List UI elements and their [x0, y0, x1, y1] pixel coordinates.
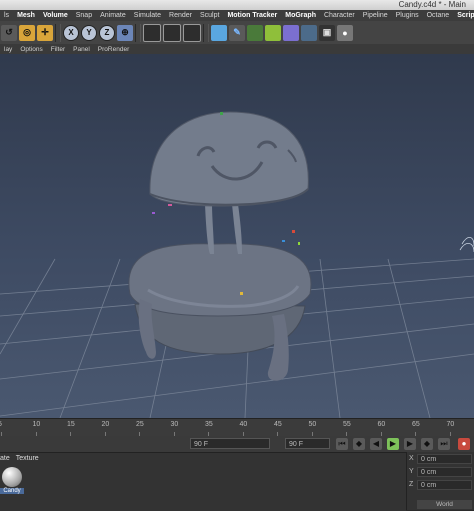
main-toolbar: ↺ ◎ ✛ X Y Z ⊕ ✎ ▣ ● [0, 21, 474, 44]
viewport-menu-item[interactable]: ProRender [94, 46, 133, 53]
timeline-ruler[interactable]: 51015202530354045505560657075 [0, 418, 474, 437]
y-axis-lock-button[interactable]: Y [81, 24, 97, 41]
toolbar-separator [203, 23, 209, 42]
menu-item[interactable]: Motion Tracker [223, 12, 281, 19]
material-preview-ball [2, 467, 22, 487]
coordinate-value-field[interactable]: 0 cm [417, 480, 472, 490]
material-menu: ate Texture [0, 455, 45, 462]
frame-end-field[interactable]: 90 F [285, 438, 330, 449]
timeline-tick-label: 60 [377, 421, 386, 428]
undo-icon[interactable]: ↺ [1, 24, 17, 41]
menu-item[interactable]: Plugins [392, 12, 423, 19]
pen-spline-icon[interactable]: ✎ [229, 24, 245, 41]
next-key-button[interactable]: ◆ [421, 438, 433, 450]
move-tool-icon[interactable]: ✛ [37, 24, 53, 41]
material-swatch[interactable]: Candy [0, 467, 24, 499]
toolbar-separator [135, 23, 141, 42]
coordinate-axis-label: Z [409, 481, 414, 488]
go-to-start-button[interactable]: ⏮ [336, 438, 348, 450]
coordinate-value-field[interactable]: 0 cm [417, 454, 472, 464]
timeline-tick-label: 35 [205, 421, 213, 428]
main-menu-bar: ls Mesh Volume Snap Animate Simulate Render Scu… [0, 10, 474, 21]
menu-item[interactable]: Volume [39, 12, 72, 19]
record-button[interactable]: ● [458, 438, 470, 450]
menu-item[interactable]: ls [0, 12, 13, 19]
menu-item[interactable]: Mesh [13, 12, 39, 19]
play-button[interactable]: ▶ [387, 438, 399, 450]
material-manager: ate Texture Candy [0, 452, 406, 511]
menu-item[interactable]: Character [320, 12, 359, 19]
world-coordinate-icon[interactable]: ⊕ [117, 24, 133, 41]
x-axis-lock-button[interactable]: X [63, 24, 79, 41]
window-title: Candy.c4d * - Main [398, 0, 466, 9]
timeline-tick-label: 50 [308, 421, 317, 428]
frame-start-field[interactable]: 90 F [190, 438, 270, 449]
coordinate-row: X0 cm [407, 454, 474, 465]
coordinate-row: Z0 cm [407, 480, 474, 491]
array-mograph-icon[interactable] [265, 24, 281, 41]
light-object-icon[interactable] [459, 237, 474, 253]
live-selection-icon[interactable]: ◎ [19, 24, 35, 41]
render-picture-viewer-icon[interactable] [163, 23, 181, 42]
candy-model[interactable] [128, 111, 312, 381]
menu-item[interactable]: Snap [72, 12, 96, 19]
menu-item[interactable]: Animate [96, 12, 130, 19]
timeline-tick-label: 45 [274, 421, 282, 428]
menu-item[interactable]: MoGraph [281, 12, 320, 19]
window-titlebar: Candy.c4d * - Main [0, 0, 474, 10]
viewport-menu-item[interactable]: lay [0, 46, 16, 53]
material-name: Candy [0, 488, 24, 494]
menu-item[interactable]: Script [453, 12, 474, 19]
timeline-tick-label: 10 [32, 421, 41, 428]
menu-item[interactable]: Simulate [130, 12, 165, 19]
next-frame-button[interactable]: ▶ [404, 438, 416, 450]
coordinate-value-field[interactable]: 0 cm [417, 467, 472, 477]
timeline-tick-label: 20 [101, 421, 110, 428]
previous-key-button[interactable]: ◆ [353, 438, 365, 450]
subdivision-icon[interactable] [247, 24, 263, 41]
timeline-tick-label: 25 [136, 421, 144, 428]
toolbar-separator [55, 23, 61, 42]
deformer-icon[interactable] [283, 24, 299, 41]
material-menu-item[interactable]: ate [0, 455, 10, 462]
render-settings-icon[interactable] [183, 23, 201, 42]
menu-item[interactable]: Sculpt [196, 12, 223, 19]
viewport-menu-item[interactable]: Filter [47, 46, 69, 53]
material-menu-item[interactable]: Texture [16, 455, 39, 462]
coordinate-axis-label: Y [409, 468, 414, 475]
coordinate-row: Y0 cm [407, 467, 474, 478]
timeline-tick-label: 15 [67, 421, 75, 428]
menu-item[interactable]: Octane [423, 12, 454, 19]
timeline-tick-label: 70 [446, 421, 455, 428]
coordinate-mode-dropdown[interactable]: World [417, 500, 472, 509]
viewport-scene [0, 111, 474, 418]
light-icon[interactable]: ● [337, 24, 353, 41]
camera-icon[interactable]: ▣ [319, 24, 335, 41]
floor-icon[interactable] [301, 24, 317, 41]
timeline-tick-label: 55 [343, 421, 351, 428]
menu-item[interactable]: Pipeline [359, 12, 392, 19]
previous-frame-button[interactable]: ◀ [370, 438, 382, 450]
coordinate-manager: X0 cm Y 0 cm Z 0 cm World [406, 452, 474, 510]
timeline-tick-label: 40 [239, 421, 248, 428]
render-view-icon[interactable] [143, 23, 161, 42]
cube-object-icon[interactable] [211, 24, 227, 41]
z-axis-lock-button[interactable]: Z [99, 24, 115, 41]
3d-viewport[interactable] [0, 54, 474, 418]
viewport-menu-item[interactable]: Panel [69, 46, 94, 53]
viewport-menu-bar: lay Options Filter Panel ProRender [0, 44, 474, 54]
timeline-tick-label: 65 [412, 421, 420, 428]
timeline-tick-label: 5 [0, 421, 2, 428]
viewport-menu-item[interactable]: Options [16, 46, 46, 53]
transport-bar: 90 F 90 F ⏮ ◆ ◀ ▶ ▶ ◆ ⏭ ● [0, 436, 474, 452]
menu-item[interactable]: Render [165, 12, 196, 19]
go-to-end-button[interactable]: ⏭ [438, 438, 450, 450]
coordinate-axis-label: X [409, 455, 414, 462]
timeline-tick-label: 30 [170, 421, 179, 428]
